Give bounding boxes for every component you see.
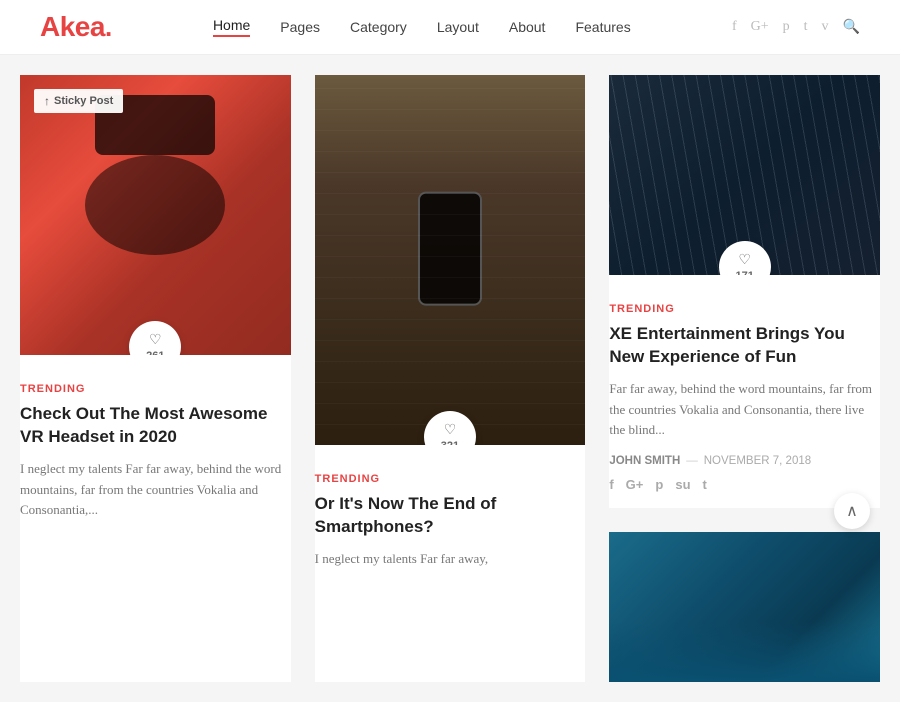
nav-item-about[interactable]: About [509, 19, 546, 35]
site-header: Akea. Home Pages Category Layout About F… [0, 0, 900, 55]
nav-item-layout[interactable]: Layout [437, 19, 479, 35]
like-count: 171 [735, 270, 753, 275]
card-xe-col: ♡ 171 TRENDING XE Entertainment Brings Y… [609, 75, 880, 682]
chevron-up-icon: ∧ [846, 501, 858, 521]
twitter-icon[interactable]: t [804, 19, 808, 35]
card-phone-title[interactable]: Or It's Now The End of Smartphones? [315, 493, 586, 539]
header-icons: f G+ p t v 🔍 [732, 19, 860, 36]
main-nav: Home Pages Category Layout About Feature… [213, 17, 631, 37]
card-xe-excerpt: Far far away, behind the word mountains,… [609, 379, 880, 441]
card-ocean [609, 532, 880, 682]
card-xe-body: TRENDING XE Entertainment Brings You New… [609, 275, 880, 508]
card-xe-meta: JOHN SMITH — NOVEMBER 7, 2018 [609, 455, 880, 467]
nav-item-home[interactable]: Home [213, 17, 250, 37]
logo-text: Akea [40, 11, 105, 42]
card-vr-image [20, 75, 291, 355]
meta-dash: — [686, 455, 698, 467]
like-count: 321 [441, 440, 459, 445]
logo-dot: . [105, 12, 112, 42]
trending-label: TRENDING [315, 473, 586, 485]
card-vr-excerpt: I neglect my talents Far far away, behin… [20, 459, 291, 521]
heart-icon: ♡ [149, 332, 162, 349]
pinterest-icon[interactable]: p [783, 19, 790, 35]
author-name: JOHN SMITH [609, 455, 680, 467]
sticky-label: Sticky Post [54, 95, 113, 107]
card-vr-image-wrap: Sticky Post ♡ 261 [20, 75, 291, 355]
like-count: 261 [146, 350, 164, 355]
pinterest-share-icon[interactable]: p [655, 477, 663, 492]
twitter-share-icon[interactable]: t [703, 477, 707, 492]
trending-label: TRENDING [20, 383, 291, 395]
vimeo-icon[interactable]: v [822, 19, 829, 35]
heart-icon: ♡ [444, 422, 457, 439]
card-phone-image-wrap: ♡ 321 [315, 75, 586, 445]
publish-date: NOVEMBER 7, 2018 [704, 455, 811, 467]
facebook-icon[interactable]: f [732, 19, 737, 35]
heart-icon: ♡ [738, 252, 751, 269]
card-phone-image [315, 75, 586, 445]
sticky-badge: Sticky Post [34, 89, 123, 113]
nav-item-features[interactable]: Features [575, 19, 630, 35]
cards-grid: Sticky Post ♡ 261 TRENDING Check Out The… [20, 75, 880, 682]
card-phone: ♡ 321 TRENDING Or It's Now The End of Sm… [315, 75, 586, 682]
card-xe-social: f G+ p su t [609, 477, 880, 492]
card-vr: Sticky Post ♡ 261 TRENDING Check Out The… [20, 75, 291, 682]
card-vr-body: TRENDING Check Out The Most Awesome VR H… [20, 355, 291, 551]
nav-item-pages[interactable]: Pages [280, 19, 320, 35]
nav-item-category[interactable]: Category [350, 19, 407, 35]
card-phone-excerpt: I neglect my talents Far far away, [315, 549, 586, 570]
card-phone-body: TRENDING Or It's Now The End of Smartpho… [315, 445, 586, 600]
main-content: Sticky Post ♡ 261 TRENDING Check Out The… [0, 55, 900, 702]
search-icon[interactable]: 🔍 [843, 19, 860, 36]
googleplus-share-icon[interactable]: G+ [626, 477, 644, 492]
scroll-to-top-button[interactable]: ∧ [834, 493, 870, 529]
card-xe: ♡ 171 TRENDING XE Entertainment Brings Y… [609, 75, 880, 508]
facebook-share-icon[interactable]: f [609, 477, 613, 492]
card-xe-title[interactable]: XE Entertainment Brings You New Experien… [609, 323, 880, 369]
site-logo[interactable]: Akea. [40, 13, 112, 42]
googleplus-icon[interactable]: G+ [751, 19, 769, 35]
card-vr-title[interactable]: Check Out The Most Awesome VR Headset in… [20, 403, 291, 449]
trending-label: TRENDING [609, 303, 880, 315]
card-xe-image-wrap: ♡ 171 [609, 75, 880, 275]
card-ocean-image [609, 532, 880, 682]
stumbleupon-share-icon[interactable]: su [675, 477, 690, 492]
